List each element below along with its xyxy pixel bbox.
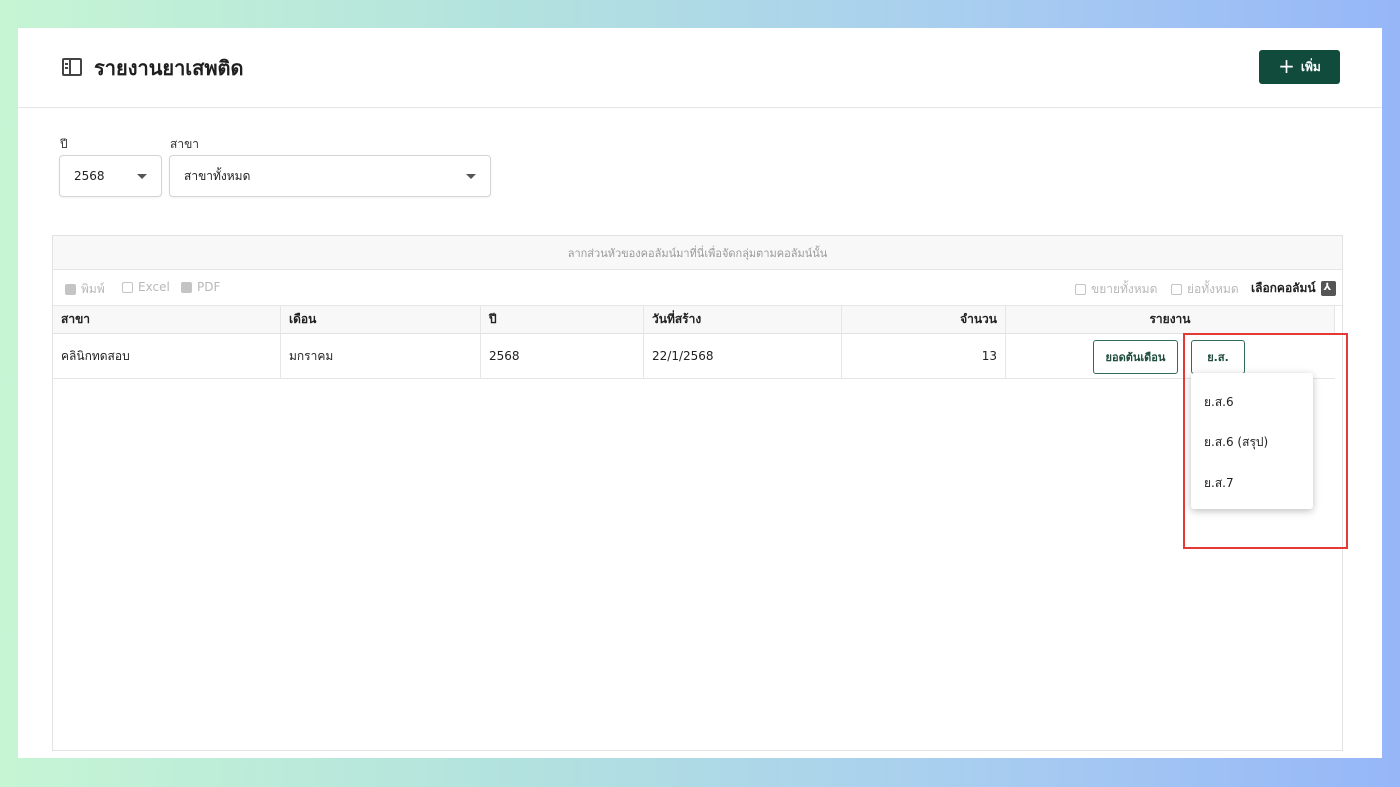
year-select[interactable]: 2568 (59, 155, 162, 197)
add-button[interactable]: + เพิ่ม (1259, 50, 1340, 84)
excel-button[interactable]: Excel (122, 280, 170, 294)
branch-select-value: สาขาทั้งหมด (184, 168, 251, 183)
collapse-icon (1171, 284, 1182, 295)
menu-item-ys6[interactable]: ย.ส.6 (1204, 393, 1234, 412)
choose-columns-label: เลือกคอลัมน์ (1251, 281, 1316, 295)
report-dropdown-menu: ย.ส.6 ย.ส.6 (สรุป) ย.ส.7 (1191, 373, 1313, 509)
grid-toolbar: พิมพ์ Excel PDF ขยายทั้งหมด ย่อทั้งหมด เ… (53, 270, 1342, 306)
page-title: รายงานยาเสพติด (94, 56, 244, 80)
menu-item-ys6-summary[interactable]: ย.ส.6 (สรุป) (1204, 433, 1268, 452)
printer-icon (65, 284, 76, 295)
opening-balance-button[interactable]: ยอดต้นเดือน (1093, 340, 1178, 374)
cell-month: มกราคม (281, 334, 481, 378)
branch-filter-label: สาขา (170, 137, 200, 151)
branch-select[interactable]: สาขาทั้งหมด (169, 155, 491, 197)
table-header: สาขา เดือน ปี วันที่สร้าง จำนวน รายงาน (53, 306, 1335, 334)
collapse-all-label: ย่อทั้งหมด (1187, 282, 1239, 296)
print-label: พิมพ์ (81, 282, 105, 296)
expand-all-label: ขยายทั้งหมด (1091, 282, 1158, 296)
cell-branch: คลินิกทดสอบ (53, 334, 281, 378)
year-select-value: 2568 (74, 169, 105, 183)
collapse-all-button[interactable]: ย่อทั้งหมด (1171, 280, 1239, 299)
chevron-down-icon (137, 174, 147, 179)
pdf-label: PDF (197, 280, 221, 294)
year-filter-label: ปี (60, 137, 68, 151)
column-header-branch[interactable]: สาขา (53, 306, 281, 333)
pdf-button[interactable]: PDF (181, 280, 220, 294)
column-header-created[interactable]: วันที่สร้าง (644, 306, 842, 333)
choose-columns-button[interactable]: เลือกคอลัมน์ (1251, 279, 1336, 298)
data-grid: ลากส่วนหัวของคอลัมน์มาที่นี่เพื่อจัดกลุ่… (52, 235, 1343, 751)
chevron-down-icon (466, 174, 476, 179)
page-header: รายงานยาเสพติด + เพิ่ม (18, 28, 1382, 108)
excel-label: Excel (138, 280, 170, 294)
cell-amount: 13 (842, 334, 1006, 378)
pdf-export-icon[interactable] (1320, 281, 1336, 296)
add-button-label: เพิ่ม (1300, 59, 1321, 74)
cell-year: 2568 (481, 334, 644, 378)
column-header-month[interactable]: เดือน (281, 306, 481, 333)
excel-icon (122, 281, 133, 293)
print-button[interactable]: พิมพ์ (65, 280, 105, 299)
column-header-report[interactable]: รายงาน (1006, 306, 1335, 333)
cell-created: 22/1/2568 (644, 334, 842, 378)
expand-icon (1075, 284, 1086, 295)
book-icon (62, 58, 82, 76)
main-card: รายงานยาเสพติด + เพิ่ม ปี 2568 สาขา สาขา… (18, 28, 1382, 758)
expand-all-button[interactable]: ขยายทั้งหมด (1075, 280, 1157, 299)
plus-icon: + (1278, 54, 1295, 78)
column-header-year[interactable]: ปี (481, 306, 644, 333)
group-panel[interactable]: ลากส่วนหัวของคอลัมน์มาที่นี่เพื่อจัดกลุ่… (53, 236, 1342, 270)
report-menu-button[interactable]: ย.ส. (1191, 340, 1245, 374)
column-header-amount[interactable]: จำนวน (842, 306, 1006, 333)
pdf-icon (181, 281, 192, 293)
menu-item-ys7[interactable]: ย.ส.7 (1204, 474, 1234, 493)
group-panel-hint: ลากส่วนหัวของคอลัมน์มาที่นี่เพื่อจัดกลุ่… (567, 246, 828, 260)
table-row: คลินิกทดสอบ มกราคม 2568 22/1/2568 13 ยอด… (53, 334, 1335, 379)
